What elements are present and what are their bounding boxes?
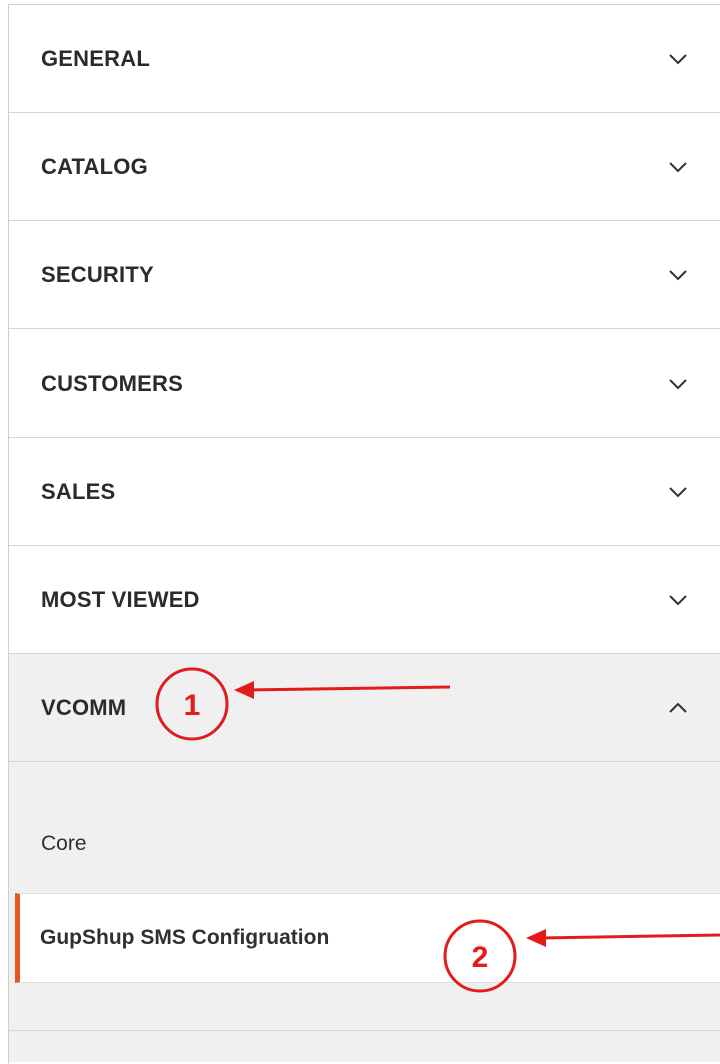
chevron-down-icon — [669, 594, 687, 605]
chevron-down-icon — [669, 161, 687, 172]
chevron-down-icon — [669, 53, 687, 64]
section-general[interactable]: GENERAL — [9, 5, 720, 113]
section-vcomm[interactable]: VCOMM — [9, 654, 720, 762]
section-most-viewed[interactable]: MOST VIEWED — [9, 546, 720, 654]
section-customers[interactable]: CUSTOMERS — [9, 330, 720, 438]
section-security[interactable]: SECURITY — [9, 221, 720, 329]
chevron-down-icon — [669, 486, 687, 497]
section-title-vcomm: VCOMM — [41, 694, 127, 720]
section-title-sales: SALES — [41, 478, 116, 504]
section-title-general: GENERAL — [41, 45, 150, 71]
section-title-customers: CUSTOMERS — [41, 370, 183, 396]
chevron-down-icon — [669, 378, 687, 389]
submenu-item-core[interactable]: Core — [41, 832, 87, 856]
section-sales[interactable]: SALES — [9, 438, 720, 546]
section-catalog[interactable]: CATALOG — [9, 113, 720, 221]
section-title-most-viewed: MOST VIEWED — [41, 586, 200, 612]
submenu-item-gupshup-sms[interactable]: GupShup SMS Configruation — [15, 893, 720, 983]
section-title-security: SECURITY — [41, 261, 154, 287]
chevron-down-icon — [669, 269, 687, 280]
divider — [8, 1030, 720, 1031]
chevron-up-icon — [669, 702, 687, 713]
section-title-catalog: CATALOG — [41, 153, 148, 179]
submenu-item-label: GupShup SMS Configruation — [40, 926, 330, 949]
